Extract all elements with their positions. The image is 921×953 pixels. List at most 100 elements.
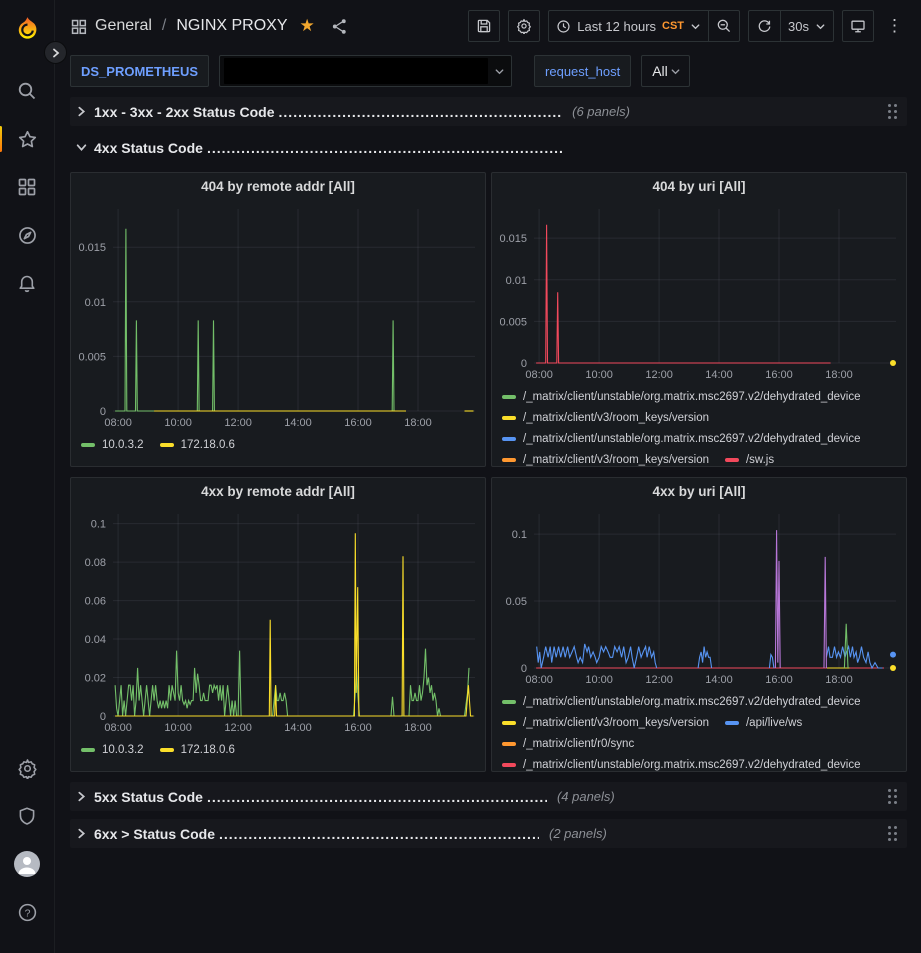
row-drag-handle[interactable] (884, 822, 901, 845)
chevron-right-icon (76, 791, 87, 802)
starred-dashboards-icon[interactable] (7, 122, 47, 156)
variable-selected-value: All (652, 63, 668, 79)
legend-item[interactable]: /_matrix/client/unstable/org.matrix.msc2… (502, 429, 861, 448)
svg-text:16:00: 16:00 (344, 417, 372, 429)
row-5xx[interactable]: 5xx Status Code ........................… (70, 782, 907, 811)
search-icon[interactable] (7, 74, 47, 108)
favorite-star-icon[interactable]: ★ (300, 16, 315, 36)
legend-series-color (81, 443, 95, 447)
panel-404-by-uri: 404 by uri [All] 08:0010:0012:0014:0016:… (491, 172, 907, 467)
panel-legend: /_matrix/client/unstable/org.matrix.msc2… (492, 690, 906, 771)
chart-canvas[interactable]: 08:0010:0012:0014:0016:0018:0000.0050.01… (71, 199, 485, 433)
svg-text:?: ? (24, 907, 30, 919)
legend-series-label: /_matrix/client/unstable/org.matrix.msc2… (523, 759, 861, 771)
row-6xx[interactable]: 6xx > Status Code ......................… (70, 819, 907, 848)
svg-text:0: 0 (100, 711, 106, 723)
legend-series-label: /_matrix/client/r0/sync (523, 738, 634, 750)
row-drag-handle[interactable] (884, 100, 901, 123)
zoom-out-button[interactable] (708, 10, 740, 42)
dashboard-settings-button[interactable] (508, 10, 540, 42)
row-panel-count: (6 panels) (572, 104, 630, 119)
legend-item[interactable]: /_matrix/client/unstable/org.matrix.msc2… (502, 387, 861, 406)
row-1xx-3xx-2xx[interactable]: 1xx - 3xx - 2xx Status Code ............… (70, 97, 907, 126)
panel-404-by-remote-addr: 404 by remote addr [All] 08:0010:0012:00… (70, 172, 486, 467)
chevron-down-icon (494, 66, 505, 77)
svg-text:14:00: 14:00 (284, 417, 312, 429)
legend-item[interactable]: /sw.js (725, 450, 774, 466)
legend-series-color (502, 763, 516, 767)
legend-item[interactable]: /_matrix/client/v3/room_keys/version (502, 450, 709, 466)
legend-item[interactable]: /_matrix/client/v3/room_keys/version (502, 713, 709, 732)
row-title: 6xx > Status Code (94, 826, 215, 842)
legend-series-color (81, 748, 95, 752)
svg-text:0.005: 0.005 (78, 351, 106, 363)
variable-value-ds-prometheus[interactable] (219, 55, 512, 87)
share-icon[interactable] (331, 18, 348, 35)
variable-label-request-host[interactable]: request_host (534, 55, 631, 87)
chart-canvas[interactable]: 08:0010:0012:0014:0016:0018:0000.020.040… (71, 504, 485, 738)
svg-text:0: 0 (100, 406, 106, 418)
user-avatar[interactable] (7, 847, 47, 881)
row-drag-handle[interactable] (884, 785, 901, 808)
row-dots-leader: ........................................… (279, 104, 563, 120)
chart-canvas[interactable]: 08:0010:0012:0014:0016:0018:0000.050.1 (492, 504, 906, 690)
grafana-logo[interactable] (7, 12, 47, 46)
panel-title[interactable]: 404 by uri [All] (492, 173, 906, 199)
row-title: 4xx Status Code (94, 140, 203, 156)
svg-text:10:00: 10:00 (164, 417, 192, 429)
expand-sidebar-button[interactable] (44, 41, 67, 64)
svg-text:0.1: 0.1 (91, 519, 106, 531)
variable-value-request-host[interactable]: All (641, 55, 690, 87)
panel-4xx-by-remote-addr: 4xx by remote addr [All] 08:0010:0012:00… (70, 477, 486, 772)
svg-text:16:00: 16:00 (344, 722, 372, 734)
explore-compass-icon[interactable] (7, 218, 47, 252)
legend-item[interactable]: 10.0.3.2 (81, 435, 144, 454)
legend-series-color (502, 458, 516, 462)
svg-text:08:00: 08:00 (104, 417, 132, 429)
row-title: 5xx Status Code (94, 789, 203, 805)
svg-text:0.01: 0.01 (85, 297, 106, 309)
panel-title[interactable]: 4xx by remote addr [All] (71, 478, 485, 504)
more-menu-button[interactable]: ⋮ (882, 16, 907, 36)
legend-series-label: /_matrix/client/v3/room_keys/version (523, 412, 709, 424)
legend-item[interactable]: 172.18.0.6 (160, 435, 235, 454)
chart-canvas[interactable]: 08:0010:0012:0014:0016:0018:0000.0050.01… (492, 199, 906, 385)
configuration-gear-icon[interactable] (7, 751, 47, 785)
server-admin-shield-icon[interactable] (7, 799, 47, 833)
breadcrumb-title[interactable]: NGINX PROXY (176, 17, 287, 35)
variables-submenu: DS_PROMETHEUS request_host All (70, 52, 907, 90)
help-icon[interactable]: ? (7, 895, 47, 929)
alerting-bell-icon[interactable] (7, 266, 47, 300)
svg-text:18:00: 18:00 (404, 417, 432, 429)
legend-series-label: /api/live/ws (746, 717, 802, 729)
legend-item[interactable]: /_matrix/client/v3/room_keys/version (502, 408, 709, 427)
svg-text:0.08: 0.08 (85, 557, 106, 569)
tv-mode-button[interactable] (842, 10, 874, 42)
legend-series-color (502, 395, 516, 399)
panel-4xx-by-uri: 4xx by uri [All] 08:0010:0012:0014:0016:… (491, 477, 907, 772)
svg-text:10:00: 10:00 (164, 722, 192, 734)
svg-text:14:00: 14:00 (705, 369, 733, 381)
svg-text:12:00: 12:00 (645, 674, 673, 686)
panel-title[interactable]: 404 by remote addr [All] (71, 173, 485, 199)
refresh-interval-select[interactable]: 30s (780, 10, 834, 42)
refresh-button[interactable] (748, 10, 780, 42)
breadcrumb-root[interactable]: General (95, 17, 152, 35)
chevron-down-icon (670, 66, 681, 77)
variable-label-ds-prometheus[interactable]: DS_PROMETHEUS (70, 55, 209, 87)
row-dots-leader: ........................................… (207, 140, 562, 156)
legend-item[interactable]: /_matrix/client/unstable/org.matrix.msc2… (502, 692, 861, 711)
svg-text:0.015: 0.015 (499, 233, 527, 245)
legend-item[interactable]: /api/live/ws (725, 713, 802, 732)
legend-item[interactable]: /_matrix/client/r0/sync (502, 734, 634, 753)
legend-item[interactable]: 172.18.0.6 (160, 740, 235, 759)
panel-title[interactable]: 4xx by uri [All] (492, 478, 906, 504)
sidebar: ? (0, 0, 55, 953)
svg-text:0.1: 0.1 (512, 529, 527, 541)
row-4xx[interactable]: 4xx Status Code ........................… (70, 133, 907, 162)
legend-item[interactable]: 10.0.3.2 (81, 740, 144, 759)
save-dashboard-button[interactable] (468, 10, 500, 42)
legend-item[interactable]: /_matrix/client/unstable/org.matrix.msc2… (502, 755, 861, 771)
dashboards-icon[interactable] (7, 170, 47, 204)
time-range-picker[interactable]: Last 12 hours CST (548, 10, 708, 42)
